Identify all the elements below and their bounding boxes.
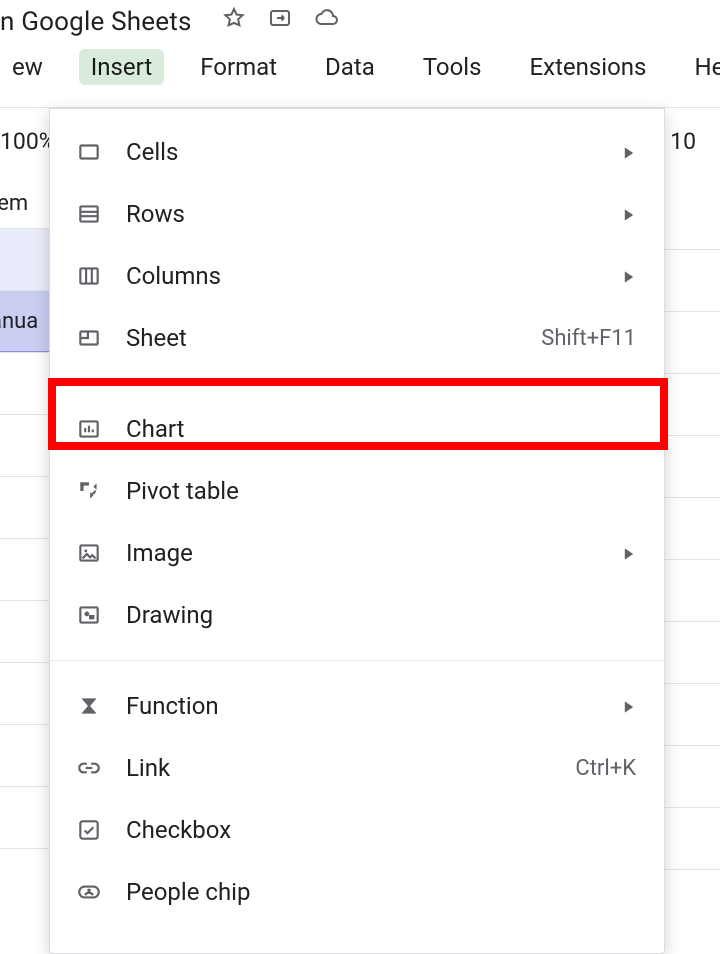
toolbar-fragment-left: 100%	[0, 128, 56, 155]
menu-item-label: Drawing	[126, 601, 636, 629]
chart-icon	[74, 414, 104, 444]
menubar-item-tools[interactable]: Tools	[411, 49, 494, 85]
submenu-arrow-icon	[622, 138, 636, 166]
menubar-item-data[interactable]: Data	[313, 49, 387, 85]
toolbar-fragment-right: 10	[670, 128, 696, 155]
link-icon	[74, 753, 104, 783]
selected-cell-fragment[interactable]: anua	[0, 290, 50, 352]
menubar-item-format[interactable]: Format	[188, 49, 289, 85]
menu-item-label: Function	[126, 692, 622, 720]
menu-item-people-chip[interactable]: People chip	[50, 861, 664, 923]
menubar-item-ew[interactable]: ew	[0, 49, 55, 85]
pivot-icon	[74, 476, 104, 506]
cloud-status-icon[interactable]	[314, 6, 338, 37]
submenu-arrow-icon	[622, 539, 636, 567]
menu-shortcut: Shift+F11	[541, 326, 636, 351]
menu-item-link[interactable]: LinkCtrl+K	[50, 737, 664, 799]
menu-item-label: Chart	[126, 415, 636, 443]
star-icon[interactable]	[222, 6, 246, 37]
document-title[interactable]: n Google Sheets	[0, 7, 192, 37]
menu-item-function[interactable]: Function	[50, 675, 664, 737]
font-size-value[interactable]: 10	[670, 128, 696, 155]
menu-item-image[interactable]: Image	[50, 522, 664, 584]
menu-item-label: Checkbox	[126, 816, 636, 844]
drawing-icon	[74, 600, 104, 630]
menu-item-drawing[interactable]: Drawing	[50, 584, 664, 646]
menu-item-cells[interactable]: Cells	[50, 121, 664, 183]
menu-item-pivot-table[interactable]: Pivot table	[50, 460, 664, 522]
menu-shortcut: Ctrl+K	[575, 756, 636, 781]
move-icon[interactable]	[268, 6, 292, 37]
menubar-item-help[interactable]: Help	[682, 49, 720, 85]
menubar-item-extensions[interactable]: Extensions	[518, 49, 659, 85]
submenu-arrow-icon	[622, 200, 636, 228]
menubar-item-insert[interactable]: Insert	[79, 49, 164, 85]
function-icon	[74, 691, 104, 721]
menu-item-label: Columns	[126, 262, 622, 290]
insert-menu: Cells Rows Columns SheetShift+F11 Chart Pivot…	[49, 108, 665, 954]
menu-item-label: Cells	[126, 138, 622, 166]
menu-item-rows[interactable]: Rows	[50, 183, 664, 245]
menu-item-label: Image	[126, 539, 622, 567]
menu-item-label: Link	[126, 754, 575, 782]
title-bar: n Google Sheets	[0, 0, 720, 45]
columns-icon	[74, 261, 104, 291]
column-header-fragment: tem	[0, 185, 50, 228]
menu-item-chart[interactable]: Chart	[50, 398, 664, 460]
people-chip-icon	[74, 877, 104, 907]
menu-item-sheet[interactable]: SheetShift+F11	[50, 307, 664, 369]
submenu-arrow-icon	[622, 692, 636, 720]
zoom-value[interactable]: 100%	[0, 128, 56, 155]
menu-item-label: People chip	[126, 878, 636, 906]
rows-icon	[74, 199, 104, 229]
menu-separator	[50, 660, 664, 661]
sheet-fragment: tem anua	[0, 185, 50, 910]
menu-item-label: Pivot table	[126, 477, 636, 505]
menu-item-columns[interactable]: Columns	[50, 245, 664, 307]
sheet-icon	[74, 323, 104, 353]
image-icon	[74, 538, 104, 568]
menu-separator	[50, 383, 664, 384]
submenu-arrow-icon	[622, 262, 636, 290]
checkbox-icon	[74, 815, 104, 845]
menu-bar: ewInsertFormatDataToolsExtensionsHelpL	[0, 49, 720, 99]
cells-icon	[74, 137, 104, 167]
menu-item-label: Sheet	[126, 324, 541, 352]
menu-item-checkbox[interactable]: Checkbox	[50, 799, 664, 861]
sheet-gridlines-right	[660, 249, 720, 931]
menu-item-label: Rows	[126, 200, 622, 228]
